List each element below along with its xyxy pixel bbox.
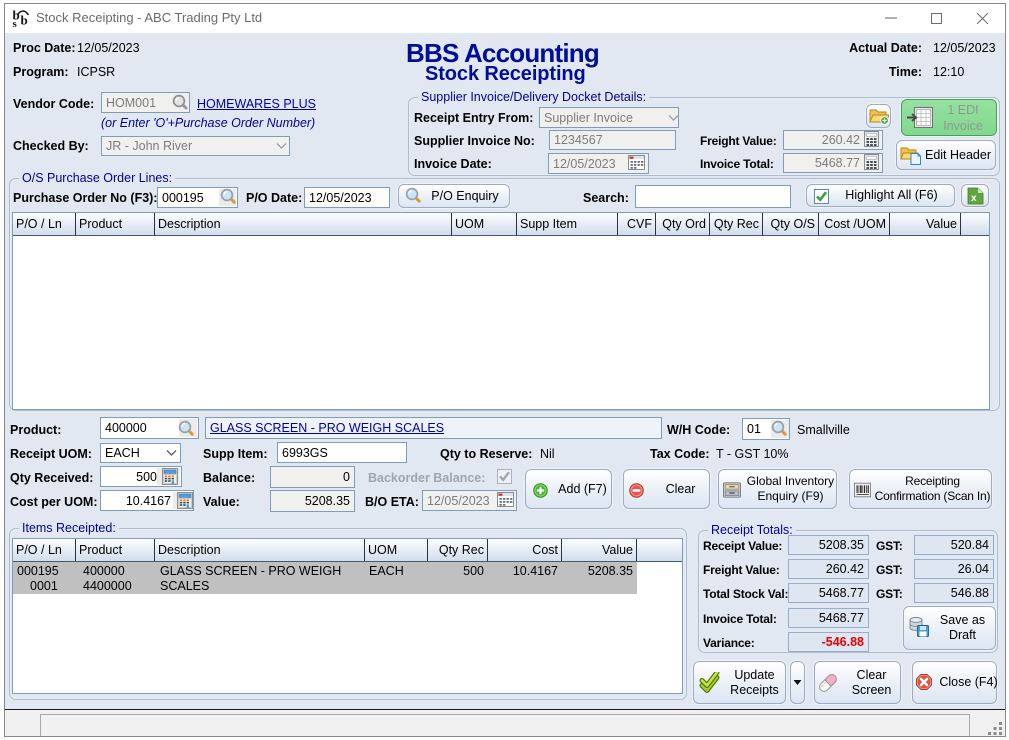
svg-text:b: b	[21, 13, 28, 28]
svg-text:x: x	[971, 193, 977, 204]
svg-text:s: s	[13, 18, 18, 27]
